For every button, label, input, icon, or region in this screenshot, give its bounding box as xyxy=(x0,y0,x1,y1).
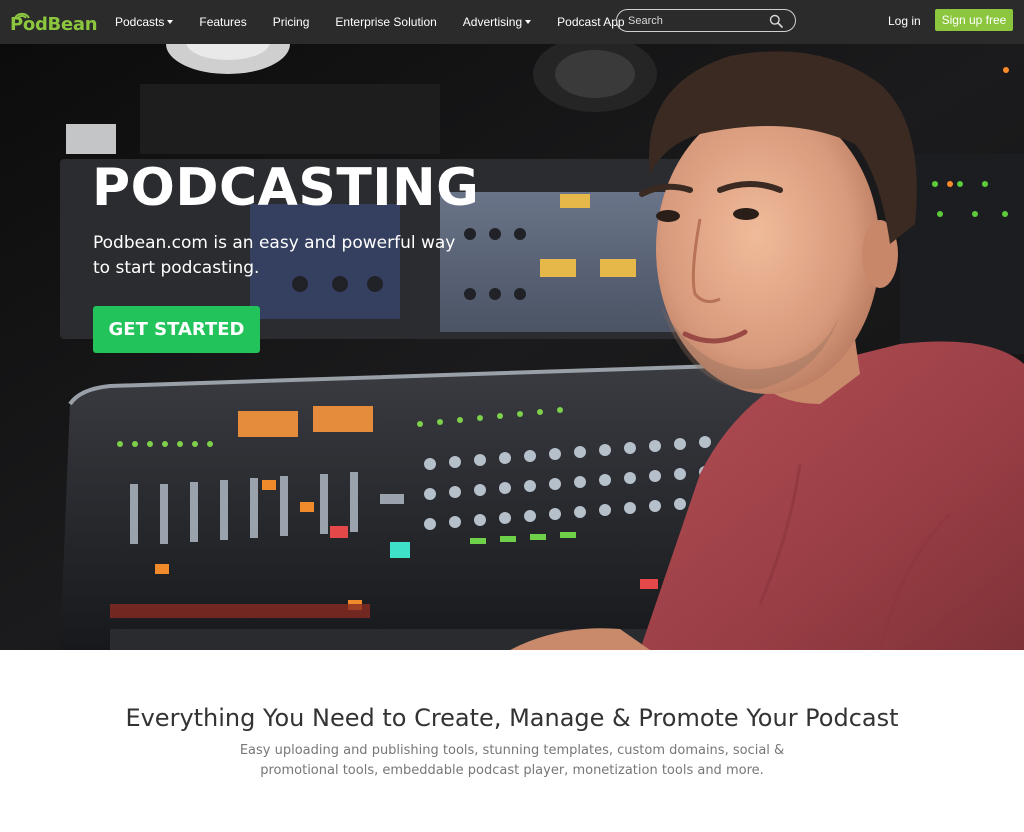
hero-banner: PODCASTING Podbean.com is an easy and po… xyxy=(0,44,1024,650)
broadcast-waves-icon xyxy=(14,12,30,19)
nav-item-pricing[interactable]: Pricing xyxy=(273,15,310,29)
caret-down-icon xyxy=(525,20,532,24)
signup-button[interactable]: Sign up free xyxy=(935,9,1013,31)
nav-item-podcast-app[interactable]: Podcast App xyxy=(557,15,624,29)
nav-item-label: Features xyxy=(199,15,247,29)
nav-item-enterprise-solution[interactable]: Enterprise Solution xyxy=(335,15,436,29)
nav-item-label: Pricing xyxy=(272,15,310,29)
nav-item-label: Podcasts xyxy=(115,15,165,29)
search-box xyxy=(616,9,796,32)
features-description: Easy uploading and publishing tools, stu… xyxy=(239,743,785,778)
nav-item-label: Enterprise Solution xyxy=(335,15,437,29)
caret-down-icon xyxy=(167,20,174,24)
top-navbar: PodBean Podcasts Features Pricing Enterp… xyxy=(0,0,1024,44)
podbean-logo[interactable]: PodBean xyxy=(10,5,98,39)
features-section: Everything You Need to Create, Manage & … xyxy=(0,650,1024,832)
main-menu: Podcasts Features Pricing Enterprise Sol… xyxy=(115,0,651,44)
nav-item-features[interactable]: Features xyxy=(199,15,246,29)
nav-item-label: Podcast App xyxy=(557,15,625,29)
hero-subtitle: Podbean.com is an easy and powerful way … xyxy=(93,233,456,278)
nav-item-advertising[interactable]: Advertising xyxy=(462,15,532,29)
hero-title: PODCASTING xyxy=(92,158,480,218)
nav-item-label: Advertising xyxy=(462,15,523,29)
search-icon[interactable] xyxy=(769,14,783,28)
features-heading: Everything You Need to Create, Manage & … xyxy=(125,704,899,732)
nav-item-podcasts[interactable]: Podcasts xyxy=(115,15,174,29)
search-input[interactable] xyxy=(617,10,767,31)
get-started-button[interactable]: GET STARTED xyxy=(93,306,260,353)
login-link[interactable]: Log in xyxy=(888,14,921,28)
